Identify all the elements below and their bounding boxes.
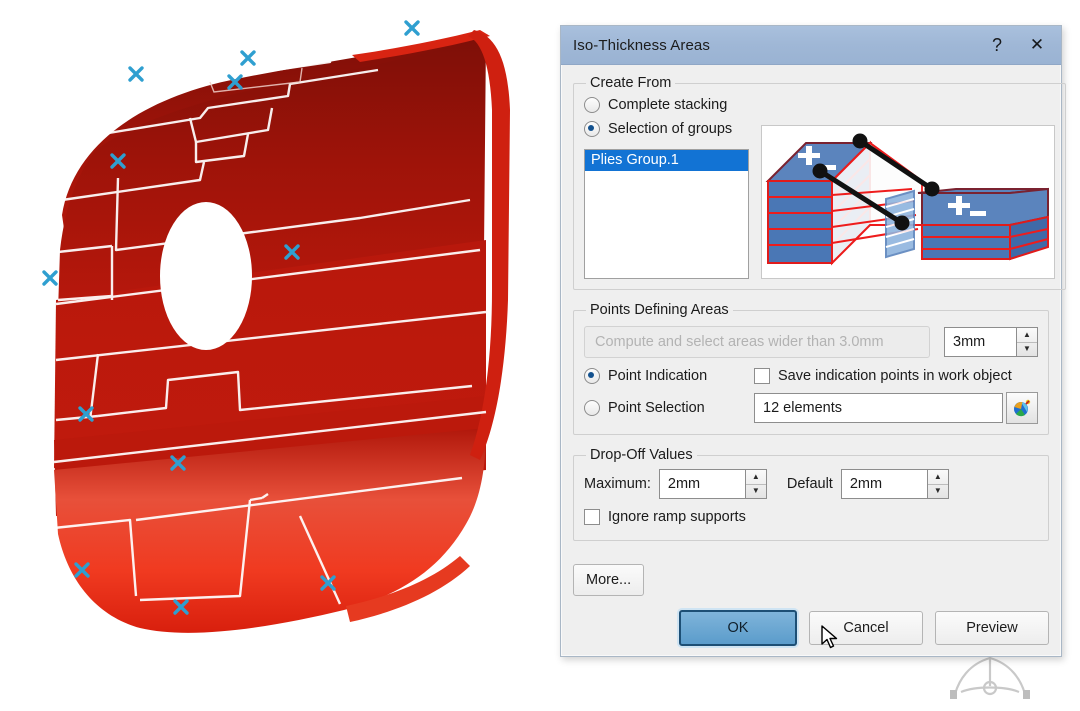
composite-plies-illustration bbox=[765, 133, 1049, 266]
points-defining-areas-group: Points Defining Areas Compute and select… bbox=[573, 302, 1049, 435]
more-button[interactable]: More... bbox=[573, 564, 645, 596]
radio-complete-stacking[interactable]: Complete stacking bbox=[584, 97, 727, 113]
iso-thickness-areas-dialog: Iso-Thickness Areas ? ✕ Create From Comp… bbox=[560, 25, 1066, 657]
spinner-arrows[interactable]: ▲ ▼ bbox=[744, 469, 767, 499]
checkbox-ignore-ramp-supports-label: Ignore ramp supports bbox=[608, 509, 746, 525]
radio-selection-of-groups-label: Selection of groups bbox=[608, 121, 733, 137]
default-spinner[interactable]: 2mm ▲ ▼ bbox=[840, 469, 949, 499]
close-icon[interactable]: ✕ bbox=[1017, 30, 1057, 60]
checkbox-indicator bbox=[584, 509, 600, 525]
spinner-up-icon[interactable]: ▲ bbox=[927, 470, 948, 485]
help-icon[interactable]: ? bbox=[977, 30, 1017, 60]
preview-button[interactable]: Preview bbox=[935, 611, 1049, 645]
checkbox-save-indication-points-label: Save indication points in work object bbox=[778, 368, 1012, 384]
spinner-arrows[interactable]: ▲ ▼ bbox=[926, 469, 949, 499]
dialog-footer: More... OK Cancel Preview bbox=[573, 564, 1049, 656]
radio-selection-of-groups[interactable]: Selection of groups bbox=[584, 121, 732, 137]
default-value[interactable]: 2mm bbox=[840, 469, 927, 499]
groups-listbox[interactable]: Plies Group.1 bbox=[584, 149, 749, 279]
checkbox-ignore-ramp-supports[interactable]: Ignore ramp supports bbox=[584, 509, 746, 525]
spinner-down-icon[interactable]: ▼ bbox=[928, 485, 948, 499]
radio-point-selection-label: Point Selection bbox=[608, 400, 705, 416]
spinner-up-icon[interactable]: ▲ bbox=[1017, 328, 1037, 343]
area-width-spinner[interactable]: 3mm ▲ ▼ bbox=[944, 327, 1038, 357]
drop-off-values-legend: Drop-Off Values bbox=[590, 447, 693, 463]
compute-areas-button: Compute and select areas wider than 3.0m… bbox=[584, 326, 930, 358]
checkbox-indicator bbox=[754, 368, 770, 384]
selection-tool-icon[interactable] bbox=[1006, 392, 1038, 424]
default-label: Default bbox=[786, 476, 833, 492]
radio-indicator bbox=[584, 121, 600, 137]
spinner-up-icon[interactable]: ▲ bbox=[745, 470, 766, 485]
dialog-body: Create From Complete stacking Selection … bbox=[561, 65, 1066, 656]
points-defining-areas-legend: Points Defining Areas bbox=[590, 302, 729, 318]
radio-point-indication-label: Point Indication bbox=[608, 368, 708, 384]
radio-indicator bbox=[584, 97, 600, 113]
radio-point-selection[interactable]: Point Selection bbox=[584, 400, 754, 416]
selection-tool-glyph bbox=[1014, 399, 1031, 417]
create-from-legend: Create From bbox=[590, 75, 672, 91]
list-item[interactable]: Plies Group.1 bbox=[585, 150, 748, 171]
drop-off-values-group: Drop-Off Values Maximum: 2mm ▲ ▼ Default… bbox=[573, 447, 1049, 541]
composite-panel-model bbox=[42, 20, 510, 633]
maximum-value[interactable]: 2mm bbox=[658, 469, 745, 499]
spinner-down-icon[interactable]: ▼ bbox=[746, 485, 766, 499]
ok-button[interactable]: OK bbox=[679, 610, 797, 646]
spinner-down-icon[interactable]: ▼ bbox=[1017, 343, 1037, 357]
maximum-label: Maximum: bbox=[584, 476, 651, 492]
maximum-spinner[interactable]: 2mm ▲ ▼ bbox=[658, 469, 767, 499]
radio-point-indication[interactable]: Point Indication bbox=[584, 368, 754, 384]
radio-complete-stacking-label: Complete stacking bbox=[608, 97, 728, 113]
radio-indicator bbox=[584, 400, 600, 416]
dialog-titlebar: Iso-Thickness Areas ? ✕ bbox=[561, 26, 1061, 65]
spinner-arrows[interactable]: ▲ ▼ bbox=[1016, 327, 1038, 357]
radio-indicator bbox=[584, 368, 600, 384]
3d-compass-icon[interactable] bbox=[935, 652, 1045, 708]
3d-viewport[interactable] bbox=[0, 0, 556, 711]
checkbox-save-indication-points[interactable]: Save indication points in work object bbox=[754, 368, 1012, 384]
cancel-button[interactable]: Cancel bbox=[809, 611, 923, 645]
stacking-preview-image bbox=[761, 125, 1055, 279]
elements-field[interactable]: 12 elements bbox=[754, 393, 1003, 423]
create-from-group: Create From Complete stacking Selection … bbox=[573, 75, 1066, 290]
area-width-value[interactable]: 3mm bbox=[944, 327, 1016, 357]
dialog-title: Iso-Thickness Areas bbox=[573, 36, 710, 54]
